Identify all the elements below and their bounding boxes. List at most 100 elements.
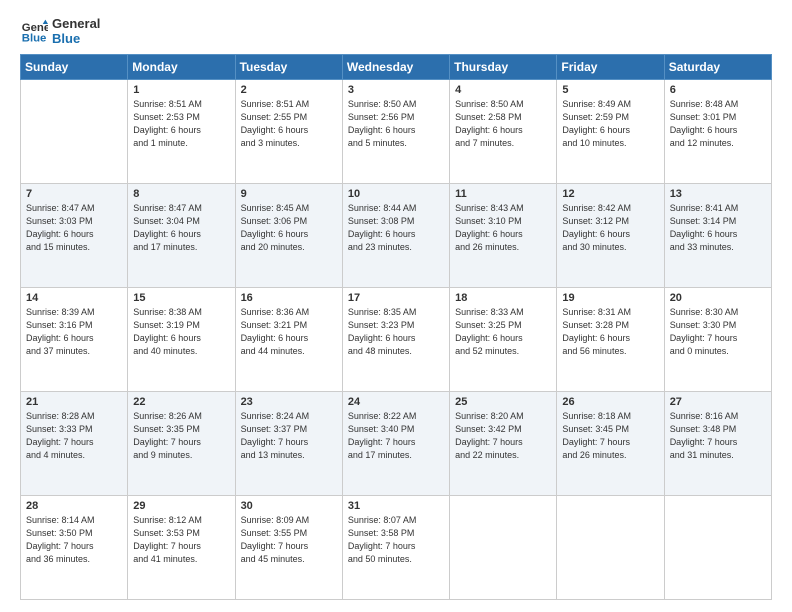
logo-text: General Blue [52,16,100,46]
day-number: 31 [348,500,444,512]
day-number: 1 [133,84,229,96]
day-number: 20 [670,292,766,304]
weekday-header-wednesday: Wednesday [342,55,449,80]
calendar-cell: 17 Sunrise: 8:35 AMSunset: 3:23 PMDayligh… [342,288,449,392]
day-info: Sunrise: 8:07 AMSunset: 3:58 PMDaylight:… [348,514,444,566]
calendar-cell: 3 Sunrise: 8:50 AMSunset: 2:56 PMDaylight… [342,80,449,184]
day-number: 25 [455,396,551,408]
calendar-cell: 10 Sunrise: 8:44 AMSunset: 3:08 PMDayligh… [342,184,449,288]
day-number: 3 [348,84,444,96]
calendar-cell: 29 Sunrise: 8:12 AMSunset: 3:53 PMDayligh… [128,496,235,600]
calendar-cell [21,80,128,184]
day-number: 14 [26,292,122,304]
day-info: Sunrise: 8:48 AMSunset: 3:01 PMDaylight:… [670,98,766,150]
calendar-header: SundayMondayTuesdayWednesdayThursdayFrid… [21,55,772,80]
calendar-week-row: 1 Sunrise: 8:51 AMSunset: 2:53 PMDaylight… [21,80,772,184]
calendar-cell: 24Sunrise: 8:22 AMSunset: 3:40 PMDayligh… [342,392,449,496]
calendar-cell: 26Sunrise: 8:18 AMSunset: 3:45 PMDayligh… [557,392,664,496]
day-number: 15 [133,292,229,304]
day-info: Sunrise: 8:39 AMSunset: 3:16 PMDaylight:… [26,306,122,358]
day-number: 27 [670,396,766,408]
calendar-week-row: 21Sunrise: 8:28 AMSunset: 3:33 PMDayligh… [21,392,772,496]
day-info: Sunrise: 8:51 AMSunset: 2:55 PMDaylight:… [241,98,337,150]
day-number: 10 [348,188,444,200]
day-number: 19 [562,292,658,304]
calendar-cell: 9 Sunrise: 8:45 AMSunset: 3:06 PMDaylight… [235,184,342,288]
calendar-cell: 31 Sunrise: 8:07 AMSunset: 3:58 PMDayligh… [342,496,449,600]
weekday-header-monday: Monday [128,55,235,80]
weekday-header-saturday: Saturday [664,55,771,80]
day-info: Sunrise: 8:47 AMSunset: 3:03 PMDaylight:… [26,202,122,254]
calendar-cell [664,496,771,600]
calendar-body: 1 Sunrise: 8:51 AMSunset: 2:53 PMDaylight… [21,80,772,600]
day-number: 2 [241,84,337,96]
calendar-cell: 11 Sunrise: 8:43 AMSunset: 3:10 PMDayligh… [450,184,557,288]
calendar-cell: 23Sunrise: 8:24 AMSunset: 3:37 PMDayligh… [235,392,342,496]
calendar-page: General Blue General Blue SundayMondayTu… [0,0,792,612]
day-info: Sunrise: 8:20 AMSunset: 3:42 PMDaylight:… [455,410,551,462]
calendar-cell: 21Sunrise: 8:28 AMSunset: 3:33 PMDayligh… [21,392,128,496]
day-number: 23 [241,396,337,408]
day-number: 29 [133,500,229,512]
day-info: Sunrise: 8:12 AMSunset: 3:53 PMDaylight:… [133,514,229,566]
day-number: 6 [670,84,766,96]
calendar-table: SundayMondayTuesdayWednesdayThursdayFrid… [20,54,772,600]
day-info: Sunrise: 8:09 AMSunset: 3:55 PMDaylight:… [241,514,337,566]
calendar-week-row: 14 Sunrise: 8:39 AMSunset: 3:16 PMDayligh… [21,288,772,392]
calendar-cell: 15Sunrise: 8:38 AMSunset: 3:19 PMDayligh… [128,288,235,392]
calendar-cell: 22Sunrise: 8:26 AMSunset: 3:35 PMDayligh… [128,392,235,496]
calendar-cell: 7 Sunrise: 8:47 AMSunset: 3:03 PMDaylight… [21,184,128,288]
day-number: 8 [133,188,229,200]
day-number: 16 [241,292,337,304]
calendar-cell: 28Sunrise: 8:14 AMSunset: 3:50 PMDayligh… [21,496,128,600]
day-info: Sunrise: 8:51 AMSunset: 2:53 PMDaylight:… [133,98,229,150]
day-number: 9 [241,188,337,200]
calendar-week-row: 28Sunrise: 8:14 AMSunset: 3:50 PMDayligh… [21,496,772,600]
day-number: 30 [241,500,337,512]
calendar-cell: 14 Sunrise: 8:39 AMSunset: 3:16 PMDayligh… [21,288,128,392]
day-info: Sunrise: 8:50 AMSunset: 2:56 PMDaylight:… [348,98,444,150]
calendar-cell: 2 Sunrise: 8:51 AMSunset: 2:55 PMDaylight… [235,80,342,184]
calendar-cell: 27 Sunrise: 8:16 AMSunset: 3:48 PMDayligh… [664,392,771,496]
day-info: Sunrise: 8:49 AMSunset: 2:59 PMDaylight:… [562,98,658,150]
calendar-cell: 8 Sunrise: 8:47 AMSunset: 3:04 PMDaylight… [128,184,235,288]
day-info: Sunrise: 8:50 AMSunset: 2:58 PMDaylight:… [455,98,551,150]
day-info: Sunrise: 8:14 AMSunset: 3:50 PMDaylight:… [26,514,122,566]
calendar-cell: 20Sunrise: 8:30 AMSunset: 3:30 PMDayligh… [664,288,771,392]
day-number: 5 [562,84,658,96]
day-number: 21 [26,396,122,408]
calendar-cell: 13Sunrise: 8:41 AMSunset: 3:14 PMDayligh… [664,184,771,288]
day-info: Sunrise: 8:33 AMSunset: 3:25 PMDaylight:… [455,306,551,358]
logo-icon: General Blue [20,17,48,45]
weekday-header-friday: Friday [557,55,664,80]
calendar-cell [557,496,664,600]
day-info: Sunrise: 8:45 AMSunset: 3:06 PMDaylight:… [241,202,337,254]
logo: General Blue General Blue [20,16,100,46]
weekday-header-thursday: Thursday [450,55,557,80]
day-info: Sunrise: 8:42 AMSunset: 3:12 PMDaylight:… [562,202,658,254]
calendar-cell: 18Sunrise: 8:33 AMSunset: 3:25 PMDayligh… [450,288,557,392]
day-info: Sunrise: 8:22 AMSunset: 3:40 PMDaylight:… [348,410,444,462]
day-info: Sunrise: 8:31 AMSunset: 3:28 PMDaylight:… [562,306,658,358]
day-info: Sunrise: 8:43 AMSunset: 3:10 PMDaylight:… [455,202,551,254]
day-number: 11 [455,188,551,200]
calendar-week-row: 7 Sunrise: 8:47 AMSunset: 3:03 PMDaylight… [21,184,772,288]
day-number: 4 [455,84,551,96]
page-header: General Blue General Blue [20,16,772,46]
calendar-cell [450,496,557,600]
day-info: Sunrise: 8:16 AMSunset: 3:48 PMDaylight:… [670,410,766,462]
day-number: 7 [26,188,122,200]
calendar-cell: 5 Sunrise: 8:49 AMSunset: 2:59 PMDaylight… [557,80,664,184]
svg-text:Blue: Blue [22,33,47,45]
calendar-cell: 25 Sunrise: 8:20 AMSunset: 3:42 PMDayligh… [450,392,557,496]
day-info: Sunrise: 8:36 AMSunset: 3:21 PMDaylight:… [241,306,337,358]
calendar-cell: 19 Sunrise: 8:31 AMSunset: 3:28 PMDayligh… [557,288,664,392]
weekday-header-sunday: Sunday [21,55,128,80]
weekday-header-row: SundayMondayTuesdayWednesdayThursdayFrid… [21,55,772,80]
day-number: 17 [348,292,444,304]
day-info: Sunrise: 8:18 AMSunset: 3:45 PMDaylight:… [562,410,658,462]
day-info: Sunrise: 8:35 AMSunset: 3:23 PMDaylight:… [348,306,444,358]
day-info: Sunrise: 8:44 AMSunset: 3:08 PMDaylight:… [348,202,444,254]
day-info: Sunrise: 8:47 AMSunset: 3:04 PMDaylight:… [133,202,229,254]
weekday-header-tuesday: Tuesday [235,55,342,80]
